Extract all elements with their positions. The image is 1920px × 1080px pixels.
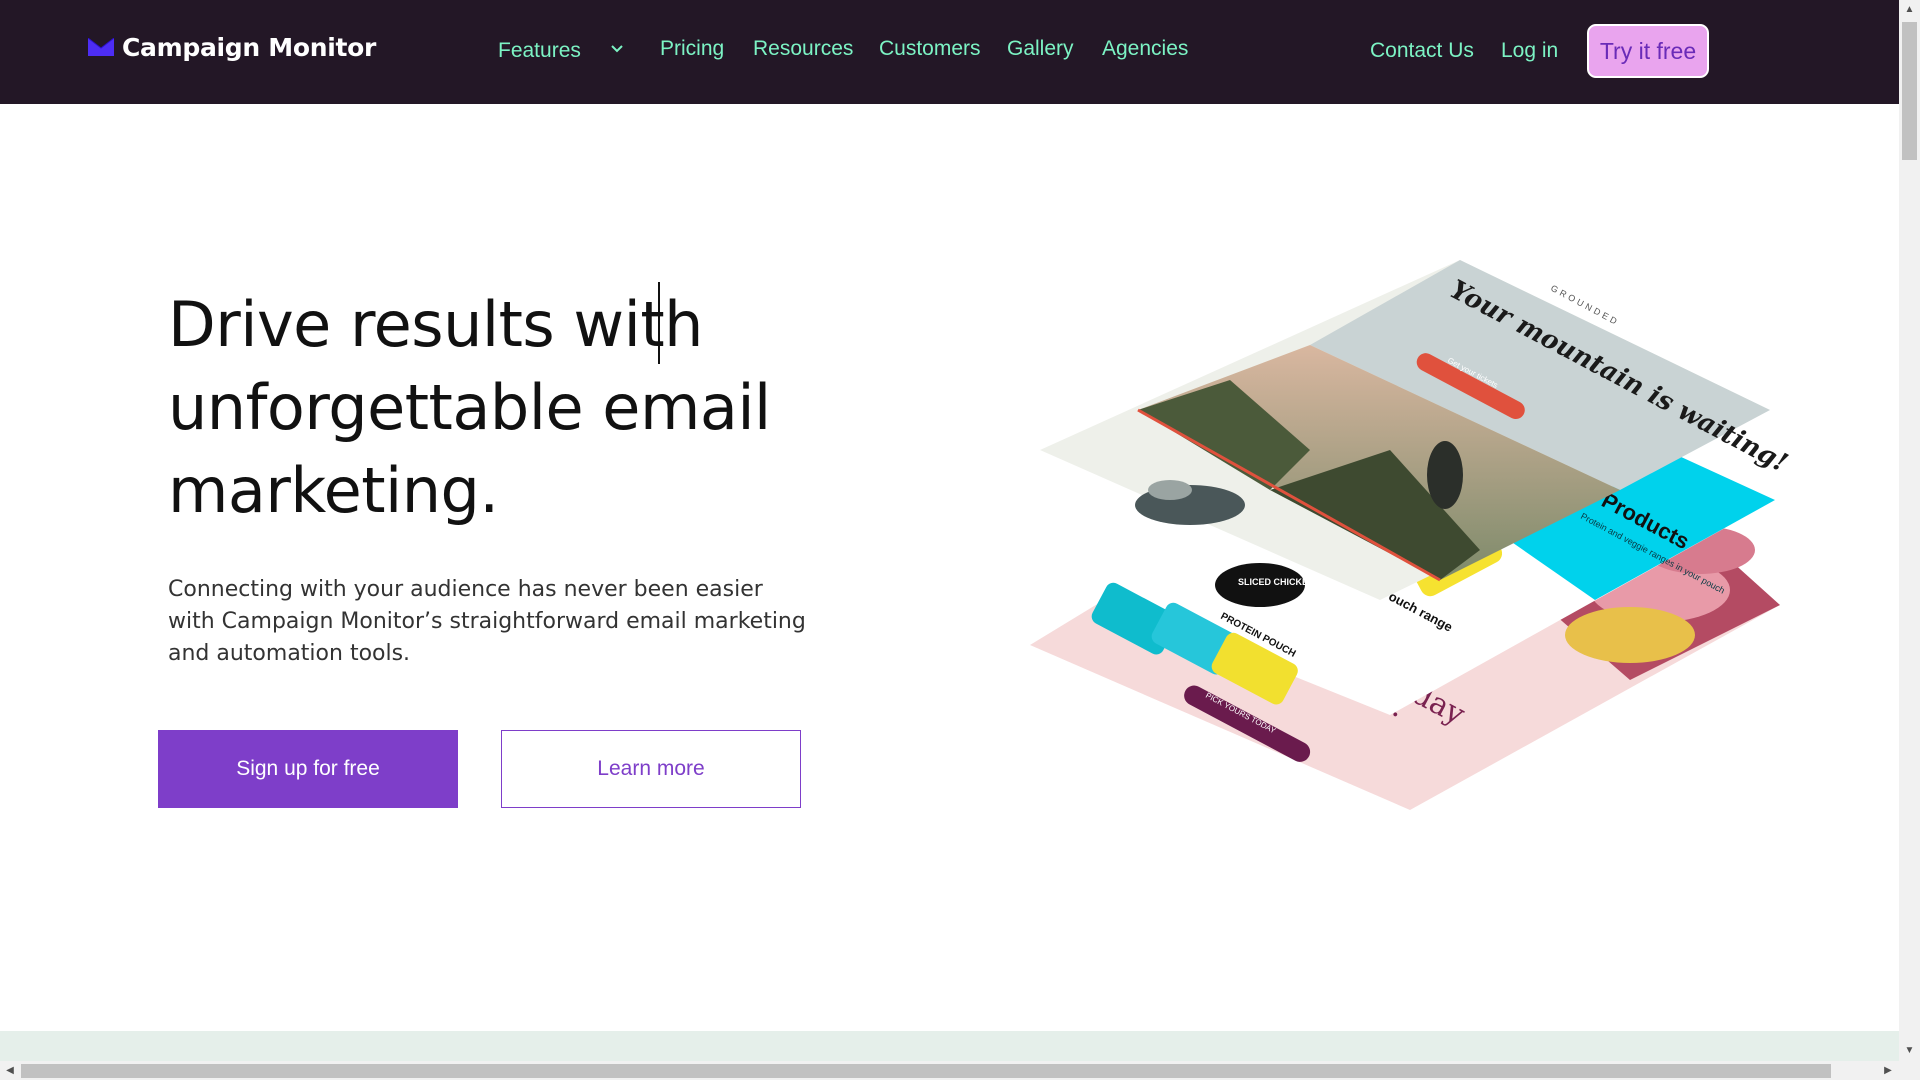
nav-gallery[interactable]: Gallery bbox=[1007, 36, 1074, 62]
hero-title-line-2: unforgettable email bbox=[168, 371, 771, 444]
nav-features[interactable]: Features bbox=[498, 38, 581, 64]
hero-title-line-3: marketing. bbox=[168, 454, 499, 527]
logo-text: Campaign Monitor bbox=[122, 32, 377, 62]
sign-up-button[interactable]: Sign up for free bbox=[158, 730, 458, 808]
text-cursor bbox=[658, 282, 660, 364]
try-it-free-button[interactable]: Try it free bbox=[1587, 24, 1709, 78]
scroll-right-arrow-icon[interactable]: ▶ bbox=[1882, 1064, 1894, 1078]
nav-customers[interactable]: Customers bbox=[879, 36, 981, 62]
hero-title: Drive results with unforgettable email m… bbox=[168, 283, 868, 532]
nav-log-in[interactable]: Log in bbox=[1501, 38, 1558, 64]
envelope-logo-icon bbox=[88, 38, 114, 56]
nav-agencies[interactable]: Agencies bbox=[1102, 36, 1188, 62]
nav-pricing[interactable]: Pricing bbox=[660, 36, 724, 62]
top-navigation-bar: Campaign Monitor Features Pricing Resour… bbox=[0, 0, 1899, 104]
email-templates-illustration: day er. PICK YOURS TODAY Products Protei… bbox=[1030, 260, 1792, 810]
vertical-scrollbar-thumb[interactable] bbox=[1902, 22, 1917, 160]
scroll-left-arrow-icon[interactable]: ◀ bbox=[4, 1064, 16, 1078]
nav-contact-us[interactable]: Contact Us bbox=[1370, 38, 1474, 64]
sliced-chicken-label: SLICED CHICKEN bbox=[1238, 577, 1315, 587]
scroll-down-arrow-icon[interactable]: ▼ bbox=[1904, 1045, 1915, 1056]
scroll-up-arrow-icon[interactable]: ▲ bbox=[1904, 4, 1915, 15]
nav-resources[interactable]: Resources bbox=[753, 36, 853, 62]
campaign-monitor-logo[interactable]: Campaign Monitor bbox=[88, 30, 376, 64]
next-section-edge bbox=[0, 1031, 1899, 1061]
learn-more-button[interactable]: Learn more bbox=[501, 730, 801, 808]
horizontal-scrollbar-thumb[interactable] bbox=[21, 1064, 1831, 1078]
chevron-down-icon[interactable] bbox=[608, 40, 626, 58]
hero-title-line-1: Drive results with bbox=[168, 288, 703, 361]
hero-description: Connecting with your audience has never … bbox=[168, 577, 806, 666]
